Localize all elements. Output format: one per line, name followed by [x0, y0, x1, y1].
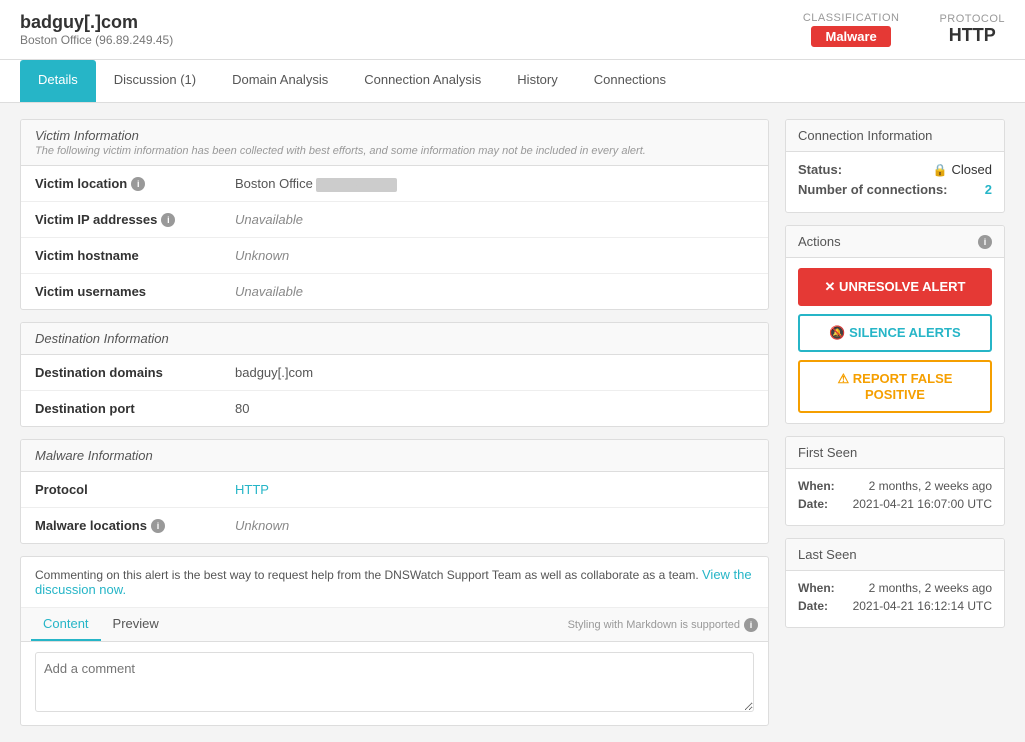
malware-locations-row: Malware locations i Unknown	[21, 508, 768, 543]
connection-info-body: Status: 🔒 Closed Number of connections: …	[786, 152, 1004, 212]
comment-input-area	[21, 642, 768, 725]
destination-domains-row: Destination domains badguy[.]com	[21, 355, 768, 391]
tab-details[interactable]: Details	[20, 60, 96, 102]
destination-port-label: Destination port	[35, 401, 235, 416]
victim-hostname-row: Victim hostname Unknown	[21, 238, 768, 274]
page-subtitle: Boston Office (96.89.249.45)	[20, 33, 173, 47]
comment-tabs: Content Preview Styling with Markdown is…	[21, 608, 768, 642]
victim-ip-row: Victim IP addresses i Unavailable	[21, 202, 768, 238]
left-panel: Victim Information The following victim …	[20, 119, 769, 726]
top-header: badguy[.]com Boston Office (96.89.249.45…	[0, 0, 1025, 60]
last-seen-when-row: When: 2 months, 2 weeks ago	[798, 581, 992, 595]
victim-location-value: Boston Office 96.89.249.45	[235, 176, 397, 191]
tab-bar: Details Discussion (1) Domain Analysis C…	[0, 60, 1025, 103]
protocol-value: HTTP	[939, 25, 1005, 46]
actions-header: Actions i	[786, 226, 1004, 258]
victim-section-header: Victim Information The following victim …	[21, 120, 768, 166]
page-title: badguy[.]com	[20, 12, 173, 33]
victim-ip-label: Victim IP addresses i	[35, 212, 235, 227]
destination-domains-label: Destination domains	[35, 365, 235, 380]
silence-alerts-button[interactable]: 🔕 SILENCE ALERTS	[798, 314, 992, 352]
malware-locations-value: Unknown	[235, 518, 289, 533]
first-seen-header: First Seen	[786, 437, 1004, 469]
connection-info-header: Connection Information	[786, 120, 1004, 152]
victim-hostname-value: Unknown	[235, 248, 289, 263]
victim-ip-info-icon[interactable]: i	[161, 213, 175, 227]
lock-icon: 🔒	[933, 163, 948, 177]
header-right: CLASSIFICATION Malware PROTOCOL HTTP	[803, 12, 1005, 47]
header-left: badguy[.]com Boston Office (96.89.249.45…	[20, 12, 173, 47]
last-seen-body: When: 2 months, 2 weeks ago Date: 2021-0…	[786, 571, 1004, 627]
victim-location-row: Victim location i Boston Office 96.89.24…	[21, 166, 768, 202]
markdown-info-icon[interactable]: i	[744, 618, 758, 632]
malware-section-header: Malware Information	[21, 440, 768, 472]
last-seen-section: Last Seen When: 2 months, 2 weeks ago Da…	[785, 538, 1005, 628]
unresolve-alert-button[interactable]: ✕ UNRESOLVE ALERT	[798, 268, 992, 306]
tab-discussion[interactable]: Discussion (1)	[96, 60, 214, 102]
malware-locations-info-icon[interactable]: i	[151, 519, 165, 533]
markdown-note: Styling with Markdown is supported i	[568, 618, 758, 632]
connections-row: Number of connections: 2	[798, 182, 992, 197]
connection-info-section: Connection Information Status: 🔒 Closed …	[785, 119, 1005, 213]
first-seen-when-row: When: 2 months, 2 weeks ago	[798, 479, 992, 493]
victim-location-info-icon[interactable]: i	[131, 177, 145, 191]
destination-section-header: Destination Information	[21, 323, 768, 355]
destination-port-row: Destination port 80	[21, 391, 768, 426]
protocol-row: Protocol HTTP	[21, 472, 768, 508]
comment-tab-preview[interactable]: Preview	[101, 608, 171, 641]
classification-meta: CLASSIFICATION Malware	[803, 12, 900, 47]
victim-hostname-label: Victim hostname	[35, 248, 235, 263]
actions-section: Actions i ✕ UNRESOLVE ALERT 🔕 SILENCE AL…	[785, 225, 1005, 424]
malware-section: Malware Information Protocol HTTP Malwar…	[20, 439, 769, 544]
comment-tab-content[interactable]: Content	[31, 608, 101, 641]
victim-usernames-label: Victim usernames	[35, 284, 235, 299]
status-row: Status: 🔒 Closed	[798, 162, 992, 177]
victim-ip-value: Unavailable	[235, 212, 303, 227]
protocol-row-value[interactable]: HTTP	[235, 482, 269, 497]
destination-port-value: 80	[235, 401, 249, 416]
classification-badge: Malware	[811, 26, 890, 47]
tab-connection-analysis[interactable]: Connection Analysis	[346, 60, 499, 102]
protocol-label-row: Protocol	[35, 482, 235, 497]
redacted-ip: 96.89.249.45	[316, 178, 396, 192]
tab-history[interactable]: History	[499, 60, 575, 102]
right-panel: Connection Information Status: 🔒 Closed …	[785, 119, 1005, 726]
actions-info-icon[interactable]: i	[978, 235, 992, 249]
report-false-positive-button[interactable]: ⚠ REPORT FALSE POSITIVE	[798, 360, 992, 413]
classification-label: CLASSIFICATION	[803, 12, 900, 24]
destination-section: Destination Information Destination doma…	[20, 322, 769, 427]
comment-note: Commenting on this alert is the best way…	[21, 557, 768, 608]
comment-textarea[interactable]	[35, 652, 754, 712]
victim-location-label: Victim location i	[35, 176, 235, 191]
protocol-label: PROTOCOL	[939, 13, 1005, 25]
main-content: Victim Information The following victim …	[0, 103, 1025, 742]
last-seen-date-row: Date: 2021-04-21 16:12:14 UTC	[798, 599, 992, 613]
first-seen-body: When: 2 months, 2 weeks ago Date: 2021-0…	[786, 469, 1004, 525]
destination-domains-value: badguy[.]com	[235, 365, 313, 380]
malware-locations-label: Malware locations i	[35, 518, 235, 533]
tab-domain-analysis[interactable]: Domain Analysis	[214, 60, 346, 102]
status-pill: 🔒 Closed	[933, 162, 992, 177]
protocol-meta: PROTOCOL HTTP	[939, 13, 1005, 46]
comment-section: Commenting on this alert is the best way…	[20, 556, 769, 726]
victim-usernames-value: Unavailable	[235, 284, 303, 299]
victim-usernames-row: Victim usernames Unavailable	[21, 274, 768, 309]
victim-section: Victim Information The following victim …	[20, 119, 769, 310]
last-seen-header: Last Seen	[786, 539, 1004, 571]
actions-body: ✕ UNRESOLVE ALERT 🔕 SILENCE ALERTS ⚠ REP…	[786, 258, 1004, 423]
first-seen-section: First Seen When: 2 months, 2 weeks ago D…	[785, 436, 1005, 526]
tab-connections[interactable]: Connections	[576, 60, 684, 102]
first-seen-date-row: Date: 2021-04-21 16:07:00 UTC	[798, 497, 992, 511]
